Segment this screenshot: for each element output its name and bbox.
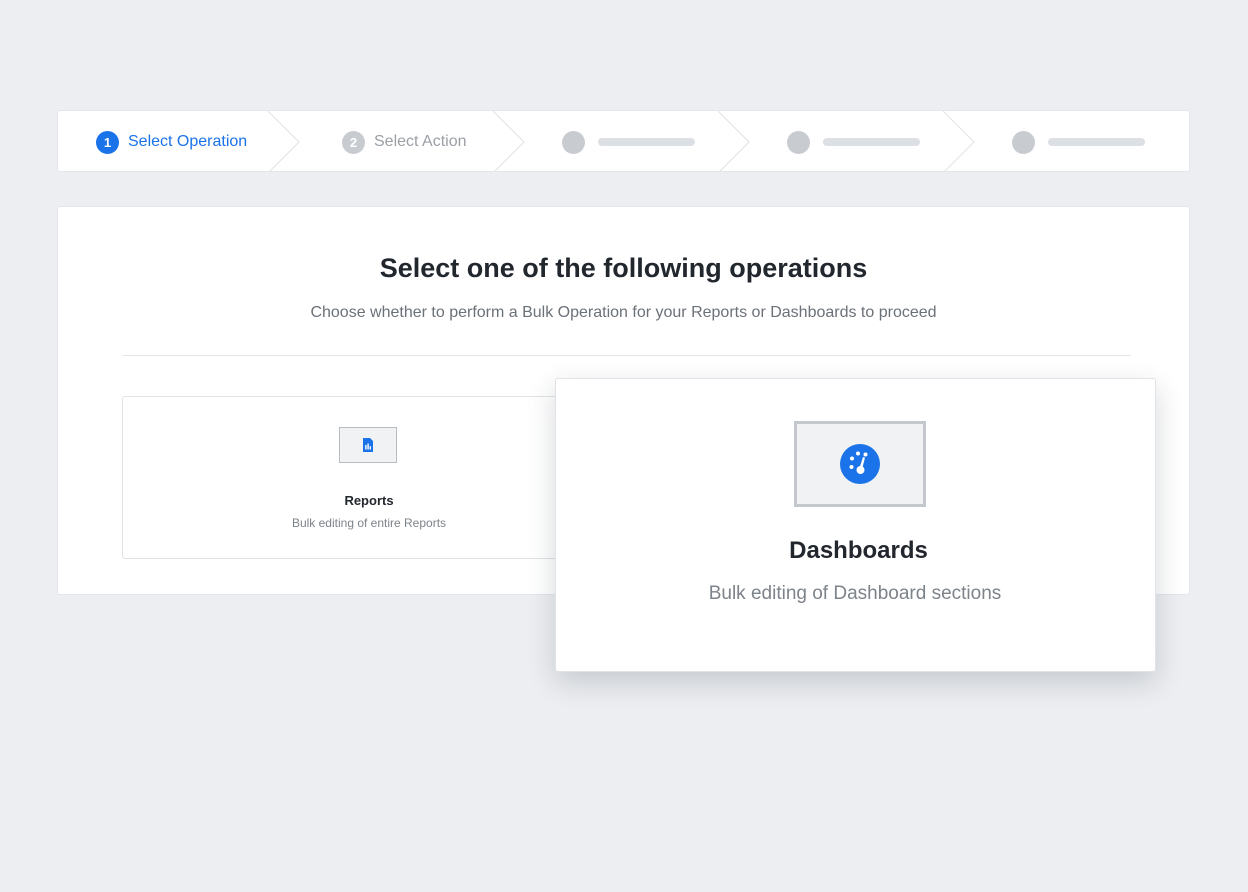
dashboards-option-card[interactable]: Dashboards Bulk editing of Dashboard sec… [555,378,1156,672]
step-label: Select Operation [128,133,248,150]
step-number-badge: 1 [96,130,119,154]
step-placeholder-5 [1012,111,1145,171]
wizard-stepper: 1 Select Operation 2 Select Action [57,110,1190,172]
step-label: Select Action [374,133,467,150]
divider [123,355,1131,356]
step-number-badge [1012,130,1035,154]
page-subtitle: Choose whether to perform a Bulk Operati… [310,304,937,321]
step-label-placeholder [1048,138,1145,146]
dashboards-option-title: Dashboards [789,537,928,564]
step-label-placeholder [598,138,695,146]
dashboards-option-description: Bulk editing of Dashboard sections [708,583,1002,604]
step-number-badge [787,130,810,154]
step-label-placeholder [823,138,920,146]
reports-option-card[interactable]: Reports Bulk editing of entire Reports [122,396,614,559]
reports-option-title: Reports [344,493,394,508]
step-number-badge [562,130,585,154]
step-placeholder-4 [787,111,920,171]
gauge-icon [840,444,880,484]
report-file-icon [363,438,373,452]
step-placeholder-3 [562,111,695,171]
dashboards-thumbnail [794,421,926,507]
step-select-operation[interactable]: 1 Select Operation [96,111,248,171]
reports-thumbnail [339,427,397,463]
page-title: Select one of the following operations [379,253,868,283]
step-number-badge: 2 [342,130,365,154]
reports-option-description: Bulk editing of entire Reports [291,516,447,530]
step-select-action[interactable]: 2 Select Action [342,111,467,171]
